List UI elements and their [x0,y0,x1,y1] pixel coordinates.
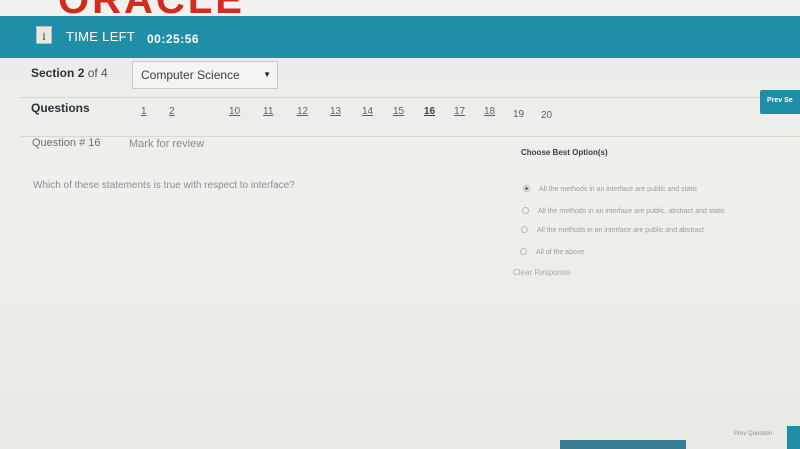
option-4-label: All of the above [536,249,585,256]
question-link-15[interactable]: 15 [393,106,404,117]
question-text: Which of these statements is true with r… [33,180,295,191]
section-row: Section 2 of 4 Computer Science ▼ [0,58,800,94]
question-link-12[interactable]: 12 [297,106,308,117]
section-total: of 4 [87,66,108,80]
questions-label: Questions [31,101,90,115]
info-icon[interactable]: i [36,26,52,44]
options-title: Choose Best Option(s) [521,148,608,157]
prev-question-button[interactable]: Prev Question [734,431,772,437]
radio-icon[interactable] [520,248,527,255]
question-link-13[interactable]: 13 [330,106,341,117]
clear-response-link[interactable]: Clear Response [513,268,570,277]
section-current: 2 [77,66,85,80]
question-link-16[interactable]: 16 [424,106,435,117]
question-link-18[interactable]: 18 [484,106,495,117]
radio-icon[interactable] [521,226,528,233]
divider [20,136,800,137]
question-number: Question # 16 [32,137,101,149]
timer-value: 00:25:56 [147,32,200,46]
question-link-17[interactable]: 17 [454,106,465,117]
question-link-10[interactable]: 10 [229,106,240,117]
logo-strip: ORACLE [0,0,800,22]
option-1-label: All the methods in an interface are publ… [539,186,698,193]
section-label: Section [31,66,75,80]
mark-for-review-link[interactable]: Mark for review [129,138,204,150]
subject-select-value: Computer Science [141,68,240,82]
question-navigator: Questions 1 2 10 11 12 13 14 15 16 17 18… [0,98,800,130]
caret-down-icon: ▼ [263,70,271,79]
option-3-label: All the methods in an interface are publ… [537,227,704,234]
question-link-14[interactable]: 14 [362,106,373,117]
option-3[interactable]: All the methods in an interface are publ… [521,226,704,234]
option-2[interactable]: All the methods in an interface are publ… [522,207,725,215]
question-link-20[interactable]: 20 [541,110,552,121]
radio-icon[interactable] [522,207,529,214]
question-link-2[interactable]: 2 [169,106,175,117]
next-button[interactable] [787,426,800,449]
section-indicator: Section 2 of 4 [31,66,108,80]
option-1[interactable]: All the methods in an interface are publ… [523,185,697,193]
option-2-label: All the methods in an interface are publ… [538,208,726,215]
timer-bar: i TIME LEFT 00:25:56 [0,16,800,58]
question-link-11[interactable]: 11 [263,106,273,117]
option-4[interactable]: All of the above [520,248,584,256]
footer-button[interactable] [560,440,686,449]
question-link-1[interactable]: 1 [141,106,147,117]
question-link-19[interactable]: 19 [513,109,524,120]
radio-selected-icon[interactable] [523,185,530,192]
timer-label: TIME LEFT [66,29,136,44]
subject-select[interactable]: Computer Science ▼ [132,61,278,89]
